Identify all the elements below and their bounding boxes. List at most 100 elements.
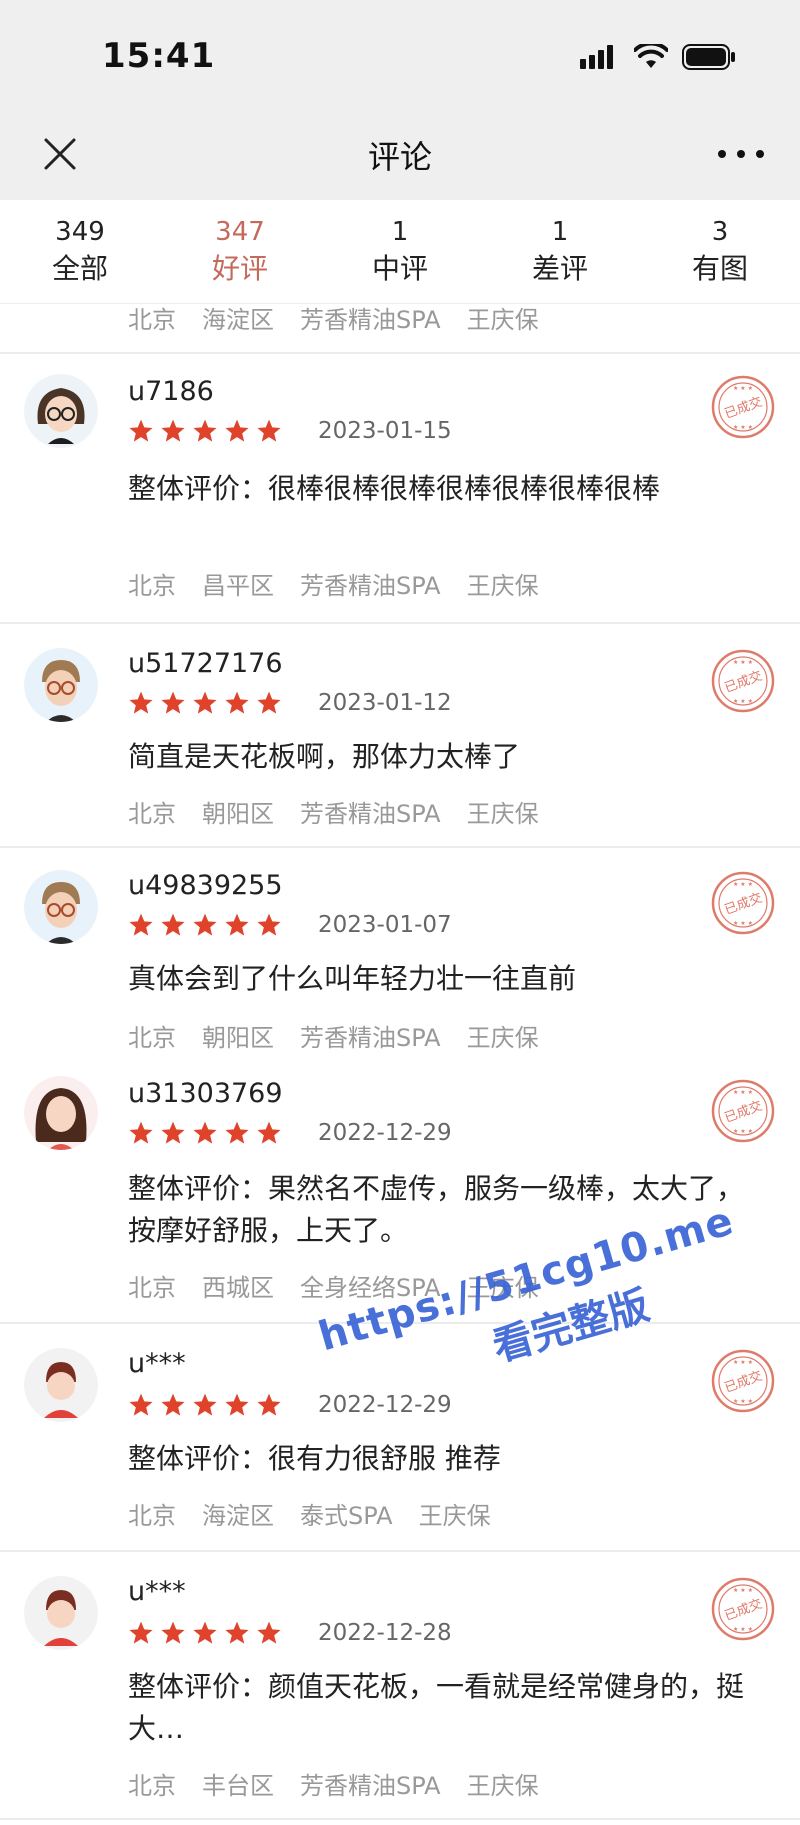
deal-stamp-icon bbox=[710, 1078, 776, 1144]
review-username: u*** bbox=[128, 1576, 186, 1607]
meta-service: 芳香精油SPA bbox=[300, 572, 441, 600]
meta-city: 北京 bbox=[128, 1772, 176, 1800]
star-icon bbox=[128, 1392, 154, 1418]
review-username: u*** bbox=[128, 1348, 186, 1379]
more-button[interactable] bbox=[718, 136, 764, 172]
avatar-girl-longhair-icon bbox=[24, 1076, 98, 1150]
review-username: u51727176 bbox=[128, 648, 283, 679]
meta-district: 丰台区 bbox=[202, 1772, 274, 1800]
review-content: 真体会到了什么叫年轻力壮一往直前 bbox=[128, 962, 577, 995]
star-icon bbox=[128, 690, 154, 716]
meta-service: 芳香精油SPA bbox=[300, 1772, 441, 1800]
deal-stamp-icon bbox=[710, 870, 776, 936]
rating-stars bbox=[128, 1120, 282, 1146]
page-title: 评论 bbox=[367, 138, 432, 176]
avatar-boy-glasses-icon bbox=[24, 648, 98, 722]
star-icon bbox=[160, 1620, 186, 1646]
meta-staff: 王庆保 bbox=[418, 1502, 491, 1530]
more-icon bbox=[718, 150, 726, 158]
battery-icon bbox=[682, 44, 735, 70]
star-icon bbox=[128, 418, 154, 444]
star-icon bbox=[192, 418, 218, 444]
star-icon bbox=[256, 1392, 282, 1418]
tab-count: 1 bbox=[391, 216, 409, 247]
more-icon-dot bbox=[756, 150, 764, 158]
review-content: 整体评价：很棒很棒很棒很棒很棒很棒很棒 bbox=[128, 472, 661, 505]
star-icon bbox=[224, 912, 250, 938]
meta-service: 芳香精油SPA bbox=[300, 1024, 441, 1052]
tab-label: 差评 bbox=[531, 251, 588, 285]
star-icon bbox=[256, 912, 282, 938]
rating-stars bbox=[128, 690, 282, 716]
meta-district: 西城区 bbox=[202, 1274, 274, 1302]
star-icon bbox=[160, 418, 186, 444]
review-meta: 北京 昌平区 芳香精油SPA 王庆保 bbox=[128, 566, 539, 601]
meta-district: 朝阳区 bbox=[202, 800, 274, 828]
tab-negative[interactable]: 1 差评 bbox=[480, 200, 640, 303]
default-avatar-icon bbox=[24, 1348, 98, 1422]
wifi-icon bbox=[634, 44, 668, 68]
meta-service: 芳香精油SPA bbox=[300, 800, 441, 828]
avatar[interactable] bbox=[24, 648, 98, 722]
more-icon-dot bbox=[737, 150, 745, 158]
meta-staff: 王庆保 bbox=[466, 1772, 539, 1800]
review-username: u49839255 bbox=[128, 870, 283, 901]
star-icon bbox=[224, 1392, 250, 1418]
star-icon bbox=[192, 690, 218, 716]
tab-with-photos[interactable]: 3 有图 bbox=[640, 200, 800, 303]
star-icon bbox=[192, 1392, 218, 1418]
avatar[interactable] bbox=[24, 870, 98, 944]
tab-count: 3 bbox=[711, 216, 729, 247]
deal-stamp-icon bbox=[710, 648, 776, 714]
tab-count: 1 bbox=[551, 216, 569, 247]
star-icon bbox=[192, 912, 218, 938]
avatar-boy-glasses-icon bbox=[24, 870, 98, 944]
review-date: 2023-01-12 bbox=[318, 690, 452, 716]
star-icon bbox=[128, 1620, 154, 1646]
divider bbox=[0, 622, 800, 624]
meta-city: 北京 bbox=[128, 1502, 176, 1530]
meta-staff: 王庆保 bbox=[466, 1024, 539, 1052]
meta-district: 昌平区 bbox=[202, 572, 274, 600]
review-date: 2022-12-29 bbox=[318, 1120, 452, 1146]
review-date: 2023-01-15 bbox=[318, 418, 452, 444]
tab-neutral[interactable]: 1 中评 bbox=[320, 200, 480, 303]
avatar[interactable] bbox=[24, 1076, 98, 1150]
avatar[interactable] bbox=[24, 1348, 98, 1422]
meta-city: 北京 bbox=[128, 800, 176, 828]
star-icon bbox=[224, 418, 250, 444]
meta-district: 海淀区 bbox=[202, 306, 274, 334]
avatar-girl-glasses-icon bbox=[24, 374, 98, 448]
rating-stars bbox=[128, 1620, 282, 1646]
review-date: 2022-12-28 bbox=[318, 1620, 452, 1646]
review-content: 整体评价：很有力很舒服 推荐 bbox=[128, 1442, 501, 1475]
star-icon bbox=[192, 1620, 218, 1646]
star-icon bbox=[256, 1620, 282, 1646]
deal-stamp-icon bbox=[710, 1348, 776, 1414]
divider bbox=[0, 1550, 800, 1552]
avatar[interactable] bbox=[24, 1576, 98, 1650]
tab-all[interactable]: 349 全部 bbox=[0, 200, 160, 303]
divider bbox=[0, 1818, 800, 1820]
tab-positive[interactable]: 347 好评 bbox=[160, 200, 320, 303]
meta-city: 北京 bbox=[128, 1274, 176, 1302]
tab-label: 有图 bbox=[691, 251, 748, 285]
review-meta: 北京 海淀区 泰式SPA 王庆保 bbox=[128, 1496, 491, 1531]
status-time: 15:41 bbox=[102, 36, 216, 76]
tab-label: 好评 bbox=[211, 251, 268, 285]
star-icon bbox=[128, 1120, 154, 1146]
star-icon bbox=[192, 1120, 218, 1146]
review-meta: 北京 朝阳区 芳香精油SPA 王庆保 bbox=[128, 1018, 539, 1053]
star-icon bbox=[256, 1120, 282, 1146]
tab-count: 347 bbox=[215, 216, 265, 247]
avatar[interactable] bbox=[24, 374, 98, 448]
star-icon bbox=[160, 1120, 186, 1146]
status-bar: 15:41 bbox=[0, 0, 800, 110]
star-icon bbox=[128, 912, 154, 938]
meta-city: 北京 bbox=[128, 306, 176, 334]
review-date: 2023-01-07 bbox=[318, 912, 452, 938]
rating-stars bbox=[128, 912, 282, 938]
divider bbox=[0, 352, 800, 354]
review-meta: 北京 丰台区 芳香精油SPA 王庆保 bbox=[128, 1766, 539, 1801]
meta-staff: 王庆保 bbox=[466, 572, 539, 600]
